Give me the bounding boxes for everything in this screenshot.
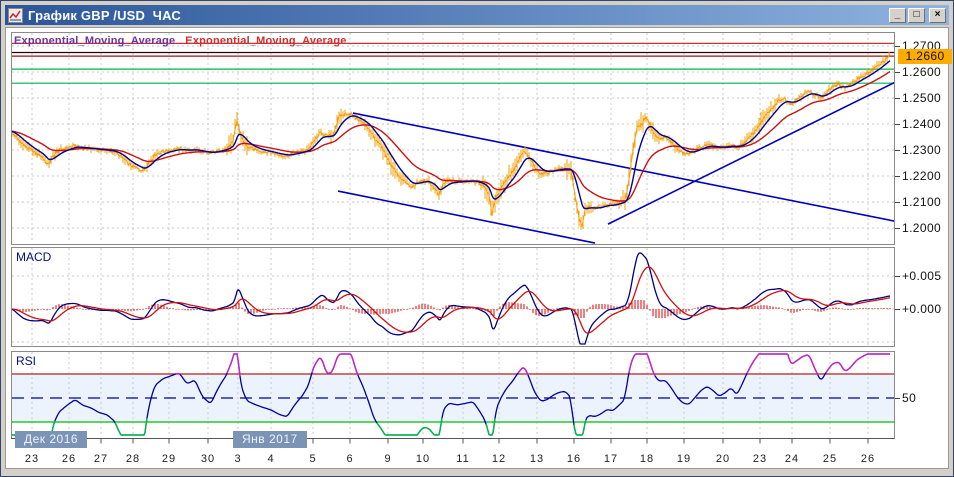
axis-tick (895, 46, 900, 47)
window-controls: _ □ × (887, 8, 946, 23)
time-axis-label: 10 (409, 453, 437, 465)
time-axis-label: 27 (87, 453, 115, 465)
time-axis-label: 3 (224, 453, 252, 465)
price-axis-label: 1.2300 (902, 143, 941, 157)
time-axis-label: 18 (633, 453, 661, 465)
axis-tick (895, 98, 900, 99)
time-axis-label: 4 (257, 453, 285, 465)
time-axis-label: 23 (746, 453, 774, 465)
time-axis-label: 23 (18, 453, 46, 465)
price-axis-label: 1.2100 (902, 195, 941, 209)
axis-tick (895, 150, 900, 151)
month-badge-jan2017: Янв 2017 (233, 431, 307, 448)
time-axis-label: 26 (854, 453, 882, 465)
time-axis-label: 25 (816, 453, 844, 465)
rsi-label: RSI (16, 354, 36, 368)
axis-tick (895, 72, 900, 73)
axis-tick (895, 176, 900, 177)
time-axis-label: 26 (55, 453, 83, 465)
price-axis-label: 1.2600 (902, 65, 941, 79)
month-badge-dec2016: Дек 2016 (15, 431, 87, 448)
macd-axis-label: +0.000 (902, 302, 941, 316)
title-bar[interactable]: График GBP /USD ЧАС _ □ × (5, 5, 949, 25)
time-axis-label: 19 (670, 453, 698, 465)
price-chart-plot[interactable] (11, 32, 895, 245)
time-axis-label: 12 (485, 453, 513, 465)
macd-plot[interactable] (11, 247, 895, 347)
current-price-tag: 1.2660 (898, 49, 952, 64)
axis-tick (895, 309, 900, 310)
time-axis-label: 30 (194, 453, 222, 465)
time-axis-label: 29 (155, 453, 183, 465)
time-axis-label: 28 (119, 453, 147, 465)
axis-tick (895, 124, 900, 125)
axis-tick (895, 228, 900, 229)
time-axis-label: 6 (336, 453, 364, 465)
rsi-plot[interactable] (11, 351, 895, 439)
minimize-button[interactable]: _ (889, 8, 906, 23)
macd-axis-label: +0.005 (902, 269, 941, 283)
axis-tick (895, 202, 900, 203)
chart-window: График GBP /USD ЧАС _ □ × Exponential_Mo… (0, 0, 954, 477)
time-axis-label: 9 (374, 453, 402, 465)
time-axis-label: 16 (560, 453, 588, 465)
time-axis-label: 20 (709, 453, 737, 465)
price-axis-label: 1.2200 (902, 169, 941, 183)
price-axis-label: 1.2500 (902, 91, 941, 105)
rsi-axis-label: 50 (902, 391, 916, 405)
time-axis-label: 11 (449, 453, 477, 465)
time-axis[interactable] (11, 434, 895, 446)
close-button[interactable]: × (929, 8, 946, 23)
time-axis-label: 17 (597, 453, 625, 465)
price-axis-label: 1.2400 (902, 117, 941, 131)
time-axis-label: 13 (523, 453, 551, 465)
macd-label: MACD (16, 250, 51, 264)
axis-tick (895, 398, 900, 399)
ema-label-2: Exponential_Moving_Average (185, 35, 346, 47)
axis-tick (895, 276, 900, 277)
maximize-button[interactable]: □ (908, 8, 925, 23)
time-axis-label: 5 (299, 453, 327, 465)
ema-label-1: Exponential_Moving_Average (14, 35, 175, 47)
window-title: График GBP /USD ЧАС (28, 8, 887, 23)
chart-icon (8, 8, 23, 23)
ema-indicator-labels: Exponential_Moving_Average Exponential_Mo… (14, 35, 347, 47)
time-axis-label: 24 (778, 453, 806, 465)
price-axis-label: 1.2000 (902, 221, 941, 235)
